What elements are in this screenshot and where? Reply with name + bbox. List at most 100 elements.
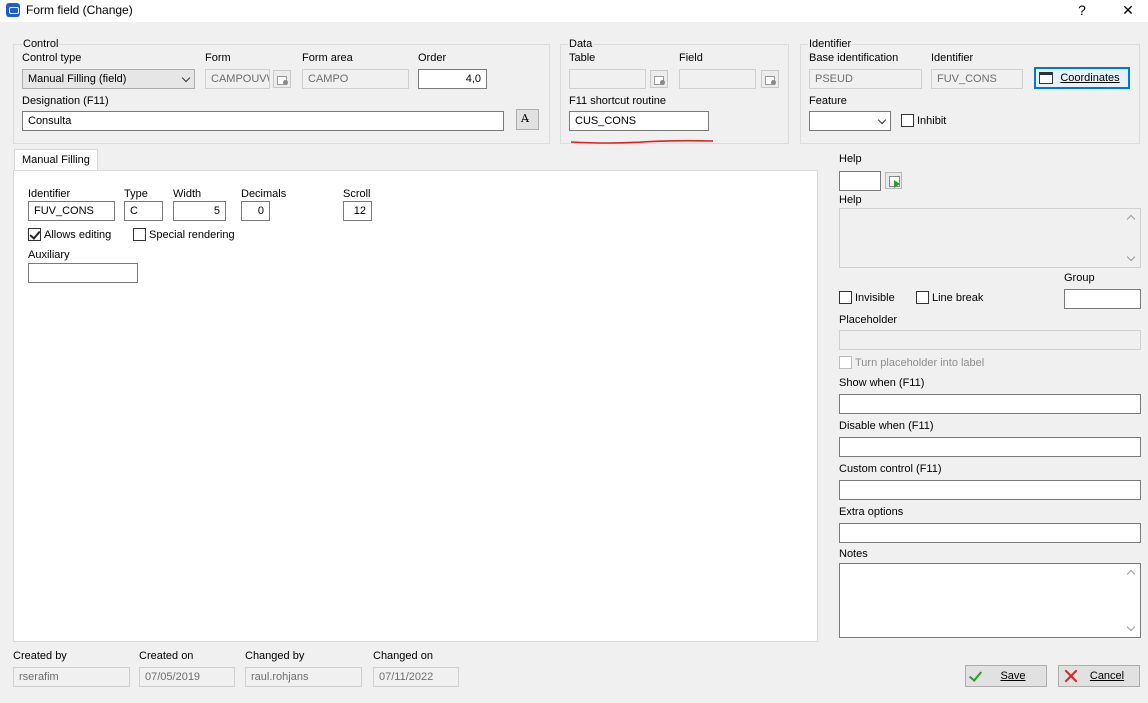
chevron-down-icon bbox=[877, 115, 887, 125]
form-area-field: CAMPO bbox=[302, 69, 409, 89]
group-field[interactable] bbox=[1064, 289, 1141, 309]
annotation-underline bbox=[570, 139, 714, 144]
scroll-up-icon[interactable] bbox=[1126, 569, 1136, 579]
tab-identifier-label: Identifier bbox=[28, 188, 71, 200]
allows-editing-checkbox[interactable] bbox=[28, 228, 41, 241]
help-label: Help bbox=[839, 153, 862, 165]
table-field bbox=[569, 69, 646, 89]
allows-editing-label: Allows editing bbox=[44, 229, 112, 241]
form-area-label: Form area bbox=[302, 52, 353, 64]
auxiliary-label: Auxiliary bbox=[28, 249, 70, 261]
disable-when-label: Disable when (F11) bbox=[839, 420, 934, 432]
save-label: Save bbox=[1000, 670, 1026, 682]
save-button[interactable]: Save bbox=[965, 665, 1047, 687]
window-icon bbox=[1039, 72, 1053, 84]
notes-scrollbar[interactable] bbox=[1123, 564, 1140, 637]
decimals-field[interactable]: 0 bbox=[241, 201, 270, 221]
help-textarea bbox=[839, 208, 1141, 268]
extra-options-field[interactable] bbox=[839, 523, 1141, 543]
turn-placeholder-checkbox bbox=[839, 356, 852, 369]
cancel-label: Cancel bbox=[1089, 670, 1125, 682]
coordinates-button[interactable]: Coordinates bbox=[1034, 67, 1130, 89]
field-picker-icon[interactable] bbox=[761, 70, 779, 88]
form-label: Form bbox=[205, 52, 231, 64]
control-type-select[interactable]: Manual Filling (field) bbox=[22, 69, 195, 89]
title-bar: Form field (Change) ? ✕ bbox=[0, 0, 1148, 22]
changed-by-field: raul.rohjans bbox=[245, 667, 362, 687]
table-picker-icon[interactable] bbox=[650, 70, 668, 88]
close-icon[interactable]: ✕ bbox=[1110, 0, 1146, 22]
base-identification-label: Base identification bbox=[809, 52, 899, 64]
tab-identifier-field[interactable]: FUV_CONS bbox=[28, 201, 115, 221]
feature-label: Feature bbox=[809, 95, 847, 107]
field-label: Field bbox=[679, 52, 703, 64]
f11-shortcut-field[interactable]: CUS_CONS bbox=[569, 111, 709, 131]
tab-manual-filling[interactable]: Manual Filling bbox=[14, 149, 98, 171]
designation-field[interactable]: Consulta bbox=[22, 111, 504, 131]
inhibit-checkbox[interactable] bbox=[901, 114, 914, 127]
disable-when-field[interactable] bbox=[839, 437, 1141, 457]
scroll-down-icon[interactable] bbox=[1126, 622, 1136, 632]
window-title: Form field (Change) bbox=[26, 3, 133, 17]
custom-control-field[interactable] bbox=[839, 480, 1141, 500]
special-rendering-checkbox[interactable] bbox=[133, 228, 146, 241]
feature-select[interactable] bbox=[809, 111, 891, 131]
base-identification-field: PSEUD bbox=[809, 69, 922, 89]
order-field[interactable]: 4,0 bbox=[418, 69, 487, 89]
notes-label: Notes bbox=[839, 548, 868, 560]
notes-textarea[interactable] bbox=[839, 563, 1141, 638]
type-field[interactable]: C bbox=[124, 201, 163, 221]
created-on-label: Created on bbox=[139, 650, 194, 662]
changed-by-label: Changed by bbox=[245, 650, 305, 662]
inhibit-label: Inhibit bbox=[917, 115, 947, 127]
line-break-checkbox[interactable] bbox=[916, 291, 929, 304]
order-label: Order bbox=[418, 52, 447, 64]
type-label: Type bbox=[124, 188, 148, 200]
checkmark-icon bbox=[968, 668, 983, 682]
form-picker-icon[interactable] bbox=[273, 70, 291, 88]
help-open-icon[interactable] bbox=[885, 172, 902, 189]
placeholder-field bbox=[839, 330, 1141, 350]
f11-shortcut-label: F11 shortcut routine bbox=[569, 95, 667, 107]
control-type-value: Manual Filling (field) bbox=[28, 73, 127, 85]
help-text-label: Help bbox=[839, 194, 862, 206]
font-button[interactable]: A̶ bbox=[516, 109, 539, 130]
auxiliary-field[interactable] bbox=[28, 263, 138, 283]
width-label: Width bbox=[173, 188, 202, 200]
placeholder-label: Placeholder bbox=[839, 314, 898, 326]
identifier-field: FUV_CONS bbox=[931, 69, 1023, 89]
line-break-label: Line break bbox=[932, 292, 984, 304]
show-when-label: Show when (F11) bbox=[839, 377, 925, 389]
field-field bbox=[679, 69, 756, 89]
custom-control-label: Custom control (F11) bbox=[839, 463, 942, 475]
help-scrollbar[interactable] bbox=[1123, 209, 1140, 267]
chevron-down-icon bbox=[181, 73, 191, 83]
changed-on-label: Changed on bbox=[373, 650, 433, 662]
turn-placeholder-label: Turn placeholder into label bbox=[855, 357, 985, 369]
help-icon[interactable]: ? bbox=[1064, 0, 1100, 22]
data-group-title: Data bbox=[568, 38, 594, 50]
help-code-field[interactable] bbox=[839, 171, 881, 191]
form-field: CAMPOUVW bbox=[205, 69, 270, 89]
created-on-field: 07/05/2019 bbox=[139, 667, 235, 687]
special-rendering-label: Special rendering bbox=[149, 229, 235, 241]
coordinates-label: Coordinates bbox=[1060, 72, 1120, 84]
identifier-label: Identifier bbox=[931, 52, 974, 64]
group-label: Group bbox=[1064, 272, 1095, 284]
designation-label: Designation (F11) bbox=[22, 95, 109, 107]
control-group-title: Control bbox=[22, 38, 60, 50]
width-field[interactable]: 5 bbox=[173, 201, 226, 221]
scroll-down-icon[interactable] bbox=[1126, 252, 1136, 262]
invisible-label: Invisible bbox=[855, 292, 895, 304]
app-icon bbox=[6, 3, 20, 17]
invisible-checkbox[interactable] bbox=[839, 291, 852, 304]
changed-on-field: 07/11/2022 bbox=[373, 667, 459, 687]
cancel-button[interactable]: Cancel bbox=[1058, 665, 1140, 687]
created-by-field: rserafim bbox=[13, 667, 130, 687]
scroll-up-icon[interactable] bbox=[1126, 214, 1136, 224]
show-when-field[interactable] bbox=[839, 394, 1141, 414]
scroll-field[interactable]: 12 bbox=[343, 201, 372, 221]
extra-options-label: Extra options bbox=[839, 506, 904, 518]
created-by-label: Created by bbox=[13, 650, 67, 662]
font-icon: A̶ bbox=[521, 112, 529, 125]
